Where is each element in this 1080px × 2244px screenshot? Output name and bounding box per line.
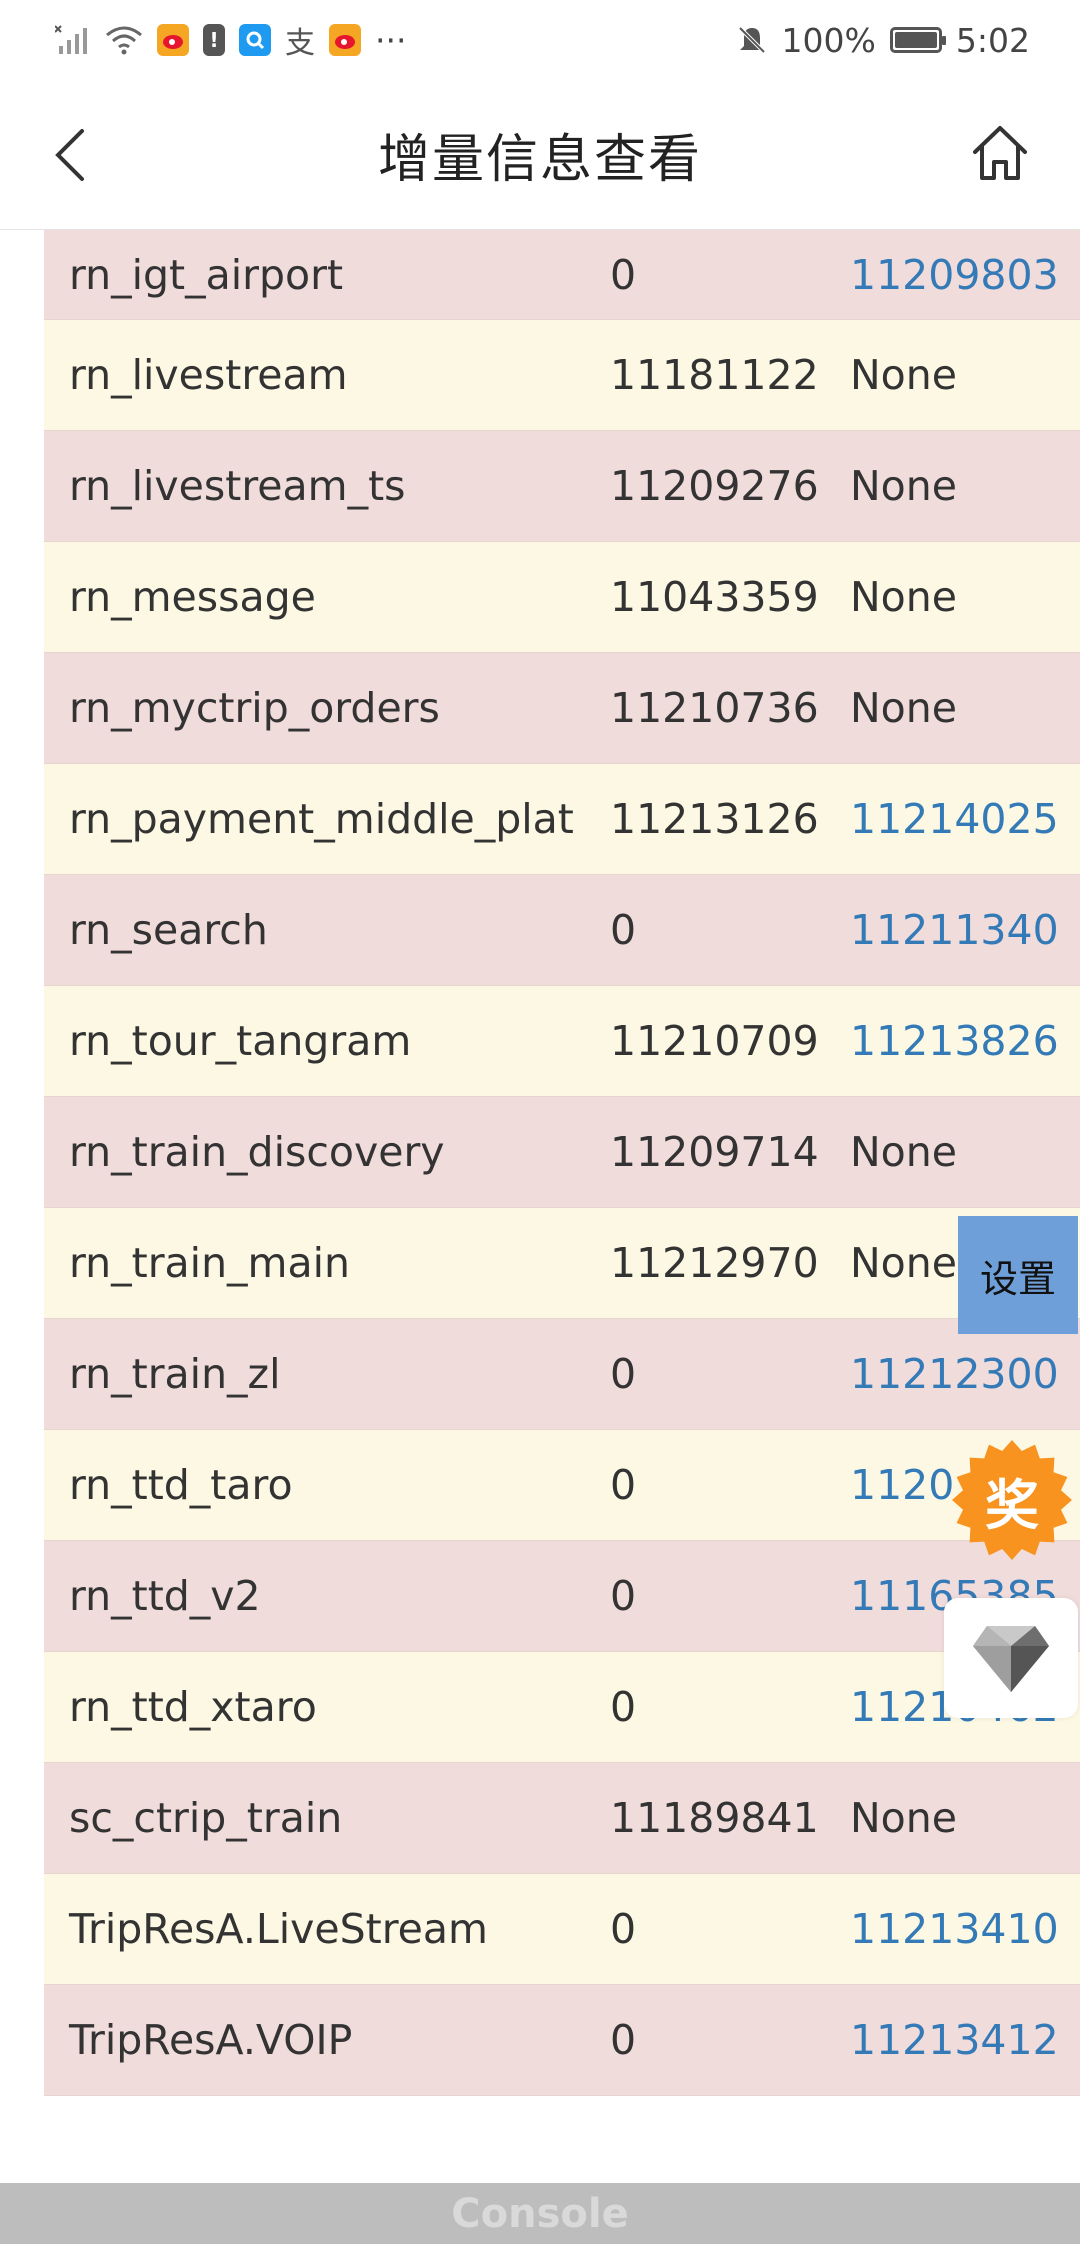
cell-base-version: 0 bbox=[610, 906, 637, 954]
back-button[interactable] bbox=[40, 125, 100, 185]
console-bar[interactable]: Console bbox=[0, 2183, 1080, 2244]
battery-icon bbox=[889, 27, 946, 53]
table-row: rn_livestream_ts 11209276 None bbox=[44, 431, 1080, 542]
cell-new-version: None bbox=[850, 1794, 957, 1842]
cell-base-version: 0 bbox=[610, 1683, 637, 1731]
cell-new-version: None bbox=[850, 462, 957, 510]
cell-new-version-link[interactable]: 11209803 bbox=[850, 251, 1080, 299]
gem-icon bbox=[973, 1626, 1049, 1692]
cell-new-version: None bbox=[850, 573, 957, 621]
cell-package-name: rn_livestream bbox=[69, 351, 348, 399]
cell-package-name: TripResA.LiveStream bbox=[69, 1905, 488, 1953]
cell-package-name: TripResA.VOIP bbox=[69, 2016, 353, 2064]
cell-base-version: 11043359 bbox=[610, 573, 819, 621]
table-row: rn_ttd_xtaro011210462 bbox=[44, 1652, 1080, 1763]
table-row: TripResA.VOIP 0 11213412 bbox=[44, 1985, 1080, 2096]
cell-new-version-link[interactable]: 11213410 bbox=[850, 1905, 1080, 1953]
cell-new-version-link[interactable]: 11211340 bbox=[850, 906, 1080, 954]
cell-package-name: rn_ttd_xtaro bbox=[69, 1683, 317, 1731]
cell-base-version: 11181122 bbox=[610, 351, 819, 399]
battery-alert-icon: ! bbox=[203, 24, 225, 56]
cell-base-version: 0 bbox=[610, 250, 637, 299]
cell-base-version: 0 bbox=[610, 1461, 637, 1509]
table-row: TripResA.LiveStream 0 11213410 bbox=[44, 1874, 1080, 1985]
weibo-icon bbox=[157, 24, 189, 56]
weibo-icon bbox=[329, 24, 361, 56]
status-overflow: ··· bbox=[375, 20, 407, 60]
reward-button[interactable]: 奖 bbox=[950, 1438, 1074, 1562]
status-bar: ! 支 ··· 100% 5:02 bbox=[0, 0, 1080, 80]
table-row: rn_message 11043359 None bbox=[44, 542, 1080, 653]
cell-base-version: 11210709 bbox=[610, 1017, 819, 1065]
cell-package-name: rn_livestream_ts bbox=[69, 462, 406, 510]
cell-package-name: rn_ttd_v2 bbox=[69, 1572, 261, 1620]
cell-base-version: 11189841 bbox=[610, 1794, 819, 1842]
console-label: Console bbox=[451, 2190, 629, 2237]
cell-package-name: rn_payment_middle_plat bbox=[69, 795, 574, 843]
cell-package-name: rn_train_discovery bbox=[69, 1128, 445, 1176]
header: 增量信息查看 bbox=[0, 80, 1080, 230]
cell-base-version: 0 bbox=[610, 1572, 637, 1620]
cell-base-version: 0 bbox=[610, 2016, 637, 2064]
cell-new-version: None bbox=[850, 684, 957, 732]
search-app-icon bbox=[239, 24, 271, 56]
table-row: rn_payment_middle_plat 11213126 11214025 bbox=[44, 764, 1080, 875]
cell-package-name: rn_igt_airport bbox=[69, 250, 344, 299]
status-right: 100% 5:02 bbox=[736, 21, 1030, 60]
cell-base-version: 0 bbox=[610, 1350, 637, 1398]
table-row: rn_train_main 11212970 None bbox=[44, 1208, 1080, 1319]
settings-label: 设置 bbox=[979, 1256, 1056, 1301]
cell-package-name: rn_search bbox=[69, 906, 268, 954]
table-row: rn_train_zl 0 11212300 bbox=[44, 1319, 1080, 1430]
cell-package-name: rn_train_zl bbox=[69, 1350, 281, 1398]
home-icon bbox=[973, 126, 1027, 180]
status-time: 5:02 bbox=[955, 20, 1030, 60]
cell-base-version: 11209714 bbox=[610, 1128, 819, 1176]
mute-icon bbox=[736, 24, 768, 56]
cell-new-version-link[interactable]: 11214025 bbox=[850, 795, 1080, 843]
cell-base-version: 11213126 bbox=[610, 795, 819, 843]
cell-package-name: rn_message bbox=[69, 573, 316, 621]
wifi-icon bbox=[105, 25, 143, 55]
table-row: rn_igt_airport 0 11209803 bbox=[44, 230, 1080, 320]
table-row: rn_search 0 11211340 bbox=[44, 875, 1080, 986]
reward-label: 奖 bbox=[985, 1473, 1039, 1537]
table-row: rn_train_discovery 11209714 None bbox=[44, 1097, 1080, 1208]
table-row: rn_ttd_v2 0 11165385 bbox=[44, 1541, 1080, 1652]
cell-base-version: 11209276 bbox=[610, 462, 819, 510]
chevron-left-icon bbox=[55, 129, 84, 181]
increment-table: rn_igt_airport 0 11209803 rn_livestream 1118… bbox=[44, 230, 1080, 2096]
cell-new-version-link[interactable]: 11213826 bbox=[850, 1017, 1080, 1065]
cell-new-version-link[interactable]: 11213412 bbox=[850, 2016, 1080, 2064]
gem-button[interactable] bbox=[944, 1598, 1078, 1718]
table-row: rn_ttd_taro 0 1120 bbox=[44, 1430, 1080, 1541]
cell-package-name: rn_train_main bbox=[69, 1239, 350, 1287]
cell-base-version: 0 bbox=[610, 1905, 637, 1953]
settings-button[interactable]: 设置 bbox=[958, 1216, 1078, 1334]
cell-new-version: None bbox=[850, 1128, 957, 1176]
signal-icon bbox=[55, 24, 91, 56]
status-left: ! 支 ··· bbox=[55, 18, 406, 62]
cell-package-name: rn_myctrip_orders bbox=[69, 684, 440, 732]
cell-new-version: None bbox=[850, 351, 957, 399]
cell-package-name: sc_ctrip_train bbox=[69, 1794, 343, 1842]
table-row: rn_livestream 11181122 None bbox=[44, 320, 1080, 431]
home-button[interactable] bbox=[965, 118, 1035, 188]
table-row: rn_myctrip_orders 11210736 None bbox=[44, 653, 1080, 764]
page-title: 增量信息查看 bbox=[377, 130, 702, 190]
cell-base-version: 11210736 bbox=[610, 684, 819, 732]
cell-new-version-link[interactable]: 11212300 bbox=[850, 1350, 1080, 1398]
battery-percent: 100% bbox=[781, 20, 876, 60]
table-row: rn_tour_tangram 11210709 11213826 bbox=[44, 986, 1080, 1097]
cell-base-version: 11212970 bbox=[610, 1239, 819, 1287]
table-row: sc_ctrip_train 11189841 None bbox=[44, 1763, 1080, 1874]
cell-package-name: rn_tour_tangram bbox=[69, 1017, 412, 1065]
cell-package-name: rn_ttd_taro bbox=[69, 1461, 293, 1509]
alipay-icon: 支 bbox=[285, 26, 315, 61]
